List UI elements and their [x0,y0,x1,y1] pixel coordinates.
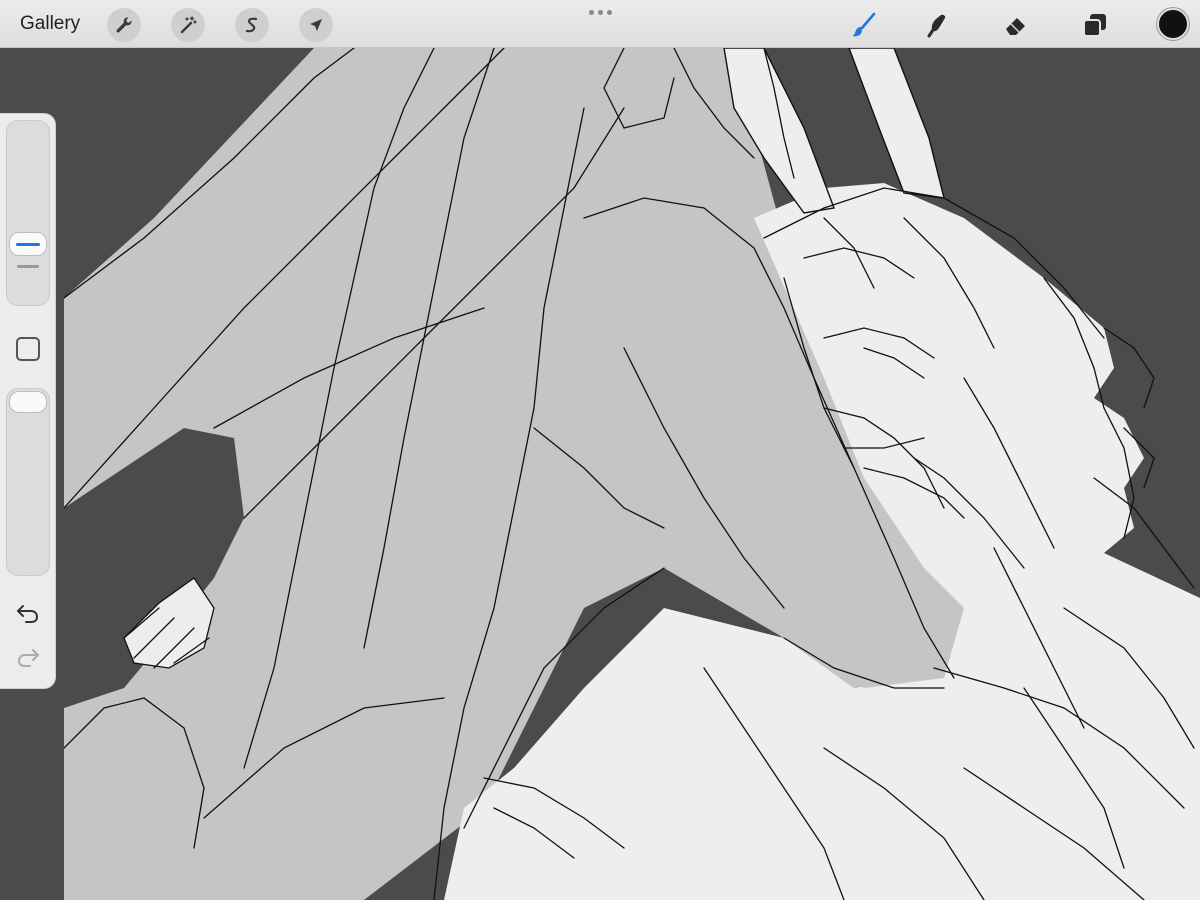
drawing-canvas[interactable] [64,48,1200,900]
brush-tool-button[interactable] [845,8,881,42]
brush-icon [852,12,876,37]
dot-icon [588,9,594,15]
color-picker-button[interactable] [1157,8,1189,40]
layers-icon [1083,14,1106,37]
sidebar [0,113,56,689]
adjustments-button[interactable] [171,8,205,42]
selection-button[interactable] [235,8,269,42]
smudge-tool-button[interactable] [920,8,956,42]
wrench-icon [116,17,132,33]
modify-button[interactable] [16,337,40,361]
top-toolbar: Gallery [0,0,1200,48]
sketch-artwork [64,48,1200,900]
undo-icon [17,605,39,623]
arrow-cursor-icon [310,19,322,31]
slider-tick [17,265,39,268]
dot-icon [597,9,603,15]
magic-wand-icon [180,16,197,34]
gallery-button[interactable]: Gallery [20,13,80,35]
dot-icon [606,9,612,15]
undo-button[interactable] [14,600,42,628]
transform-button[interactable] [299,8,333,42]
brush-size-slider[interactable] [6,120,50,306]
opacity-slider[interactable] [6,388,50,576]
opacity-thumb[interactable] [9,391,47,413]
actions-button[interactable] [107,8,141,42]
redo-icon [17,649,39,667]
brush-size-thumb[interactable] [9,232,47,257]
layers-button[interactable] [1077,8,1113,42]
bunny-ear-right [848,48,945,199]
size-indicator [16,242,40,246]
redo-button[interactable] [14,644,42,672]
eraser-icon [1006,18,1025,35]
more-options-handle[interactable] [586,6,614,18]
eraser-tool-button[interactable] [998,8,1034,42]
selection-s-icon [245,17,258,33]
smudge-icon [927,14,946,38]
